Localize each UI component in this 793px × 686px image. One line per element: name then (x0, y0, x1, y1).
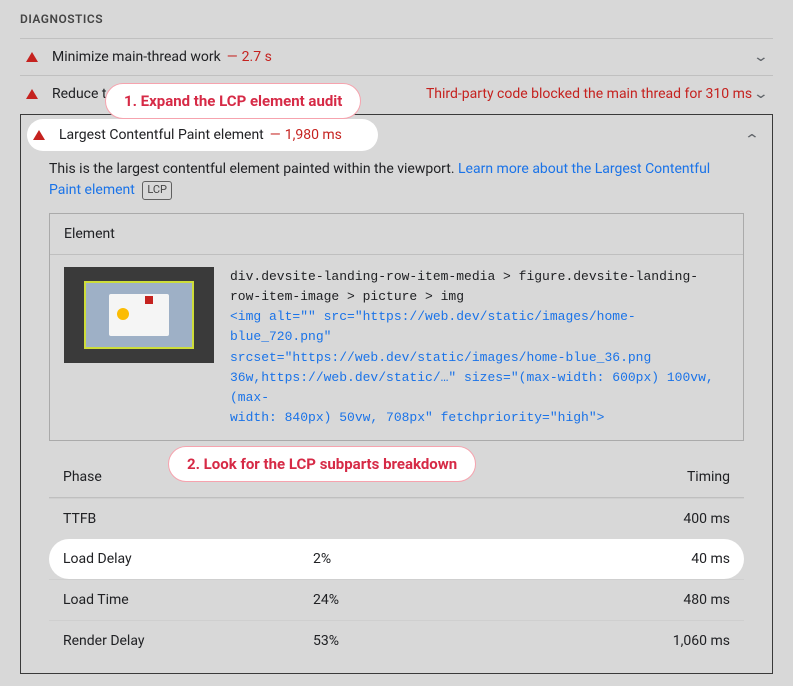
pct-cell: 53% (313, 633, 513, 649)
fail-icon (33, 130, 45, 140)
lcp-badge: LCP (142, 181, 172, 200)
element-html-line: srcset="https://web.dev/static/images/ho… (230, 348, 729, 368)
audit-header-lcp-element[interactable]: Largest Contentful Paint element — 1,980… (21, 115, 772, 155)
timing-cell: 480 ms (513, 592, 730, 608)
chevron-up-icon: ⌄ (744, 130, 760, 146)
phase-table: Phase % of LCP Timing TTFB400 msLoad Del… (49, 457, 744, 661)
diagnostics-heading: DIAGNOSTICS (20, 12, 773, 26)
table-row: TTFB 400 ms (49, 498, 744, 539)
timing-cell: 40 ms (513, 551, 730, 567)
dash: — (227, 49, 238, 65)
fail-icon (26, 52, 38, 62)
audit-title: Minimize main-thread work (52, 49, 221, 65)
col-timing: Timing (513, 469, 730, 485)
audit-value: 1,980 ms (285, 127, 342, 143)
element-html-line: 36w,https://web.dev/static/…" sizes="(ma… (230, 368, 729, 408)
element-box-header: Element (50, 214, 743, 255)
pct-cell: 2% (313, 551, 513, 567)
chevron-down-icon: ⌄ (753, 86, 769, 102)
phase-cell: Render Delay (63, 633, 313, 649)
annotation-callout-2: 2. Look for the LCP subparts breakdown (168, 446, 476, 482)
element-selector: div.devsite-landing-row-item-media > fig… (230, 267, 729, 307)
audit-tail: Third-party code blocked the main thread… (426, 86, 752, 102)
element-thumbnail (64, 267, 214, 363)
element-code: div.devsite-landing-row-item-media > fig… (230, 267, 729, 428)
audit-title: Largest Contentful Paint element (59, 127, 264, 143)
audit-value: 2.7 s (242, 49, 272, 65)
phase-cell: TTFB (63, 511, 313, 527)
audit-title: Reduce t (52, 86, 106, 102)
table-row: Load Delay2%40 ms (49, 539, 744, 579)
phase-cell: Load Delay (63, 551, 313, 567)
audit-expanded-lcp-element: Largest Contentful Paint element — 1,980… (20, 114, 773, 674)
dash: — (270, 127, 281, 143)
element-html-line: width: 840px) 50vw, 708px" fetchpriority… (230, 408, 729, 428)
element-box: Element div.devsite-landing-row-item-med… (49, 213, 744, 441)
timing-cell: 400 ms (513, 511, 730, 527)
chevron-down-icon: ⌄ (753, 49, 769, 65)
element-html-line: <img alt="" src="https://web.dev/static/… (230, 307, 729, 347)
fail-icon (26, 89, 38, 99)
phase-cell: Load Time (63, 592, 313, 608)
desc-text: This is the largest contentful element p… (49, 161, 458, 177)
audit-description: This is the largest contentful element p… (21, 155, 772, 213)
timing-cell: 1,060 ms (513, 633, 730, 649)
table-row: Render Delay53%1,060 ms (49, 620, 744, 661)
table-row: Load Time24%480 ms (49, 579, 744, 620)
annotation-callout-1: 1. Expand the LCP element audit (105, 83, 361, 119)
pct-cell: 24% (313, 592, 513, 608)
audit-row-main-thread[interactable]: Minimize main-thread work — 2.7 s ⌄ (20, 38, 773, 75)
